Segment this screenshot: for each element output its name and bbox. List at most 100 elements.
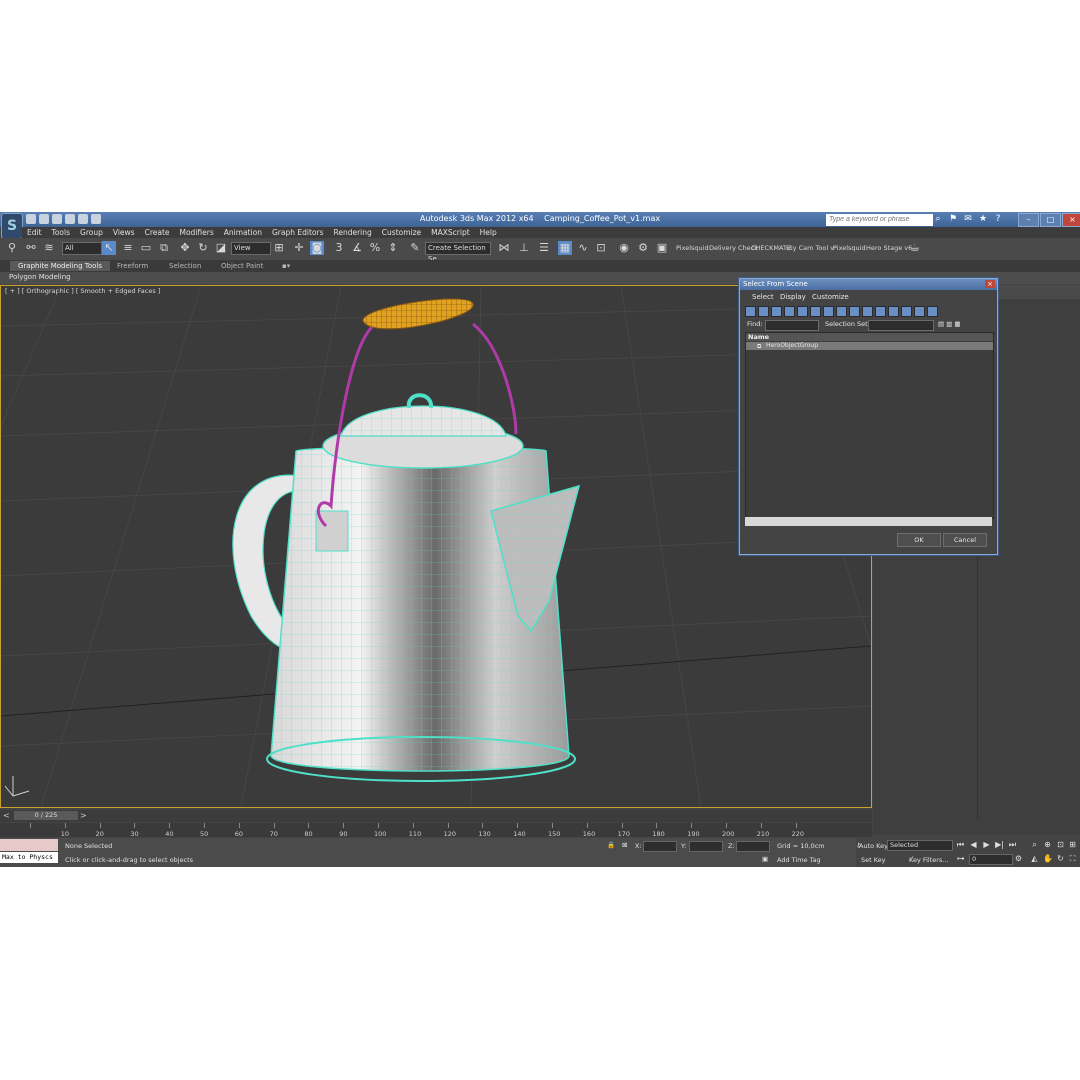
help-icon[interactable]: ?: [993, 214, 1003, 224]
polygon-modeling-panel[interactable]: Polygon Modeling: [9, 273, 71, 281]
menu-edit[interactable]: Edit: [22, 227, 47, 238]
menu-create[interactable]: Create: [140, 227, 175, 238]
edit-named-selection-icon[interactable]: ✎: [408, 241, 422, 255]
select-none-icon[interactable]: [914, 306, 925, 317]
selection-set-select[interactable]: [868, 320, 934, 331]
filter-geometry-icon[interactable]: [745, 306, 756, 317]
go-to-end-icon[interactable]: ⏭: [1008, 840, 1017, 849]
plugin-pixelsquid[interactable]: Pixelsquid: [676, 244, 709, 252]
zoom-icon[interactable]: ⌕: [1030, 840, 1039, 849]
menu-group[interactable]: Group: [75, 227, 108, 238]
layer-manager-icon[interactable]: ☰: [537, 241, 551, 255]
current-frame-field[interactable]: 0: [969, 854, 1013, 865]
cancel-button[interactable]: Cancel: [943, 533, 987, 547]
object-list[interactable]: Name ⧉ HeroObjectGroup: [745, 332, 994, 519]
select-object-icon[interactable]: ↖: [102, 241, 116, 255]
menu-customize[interactable]: Customize: [377, 227, 426, 238]
dialog-option-icons[interactable]: ▤ ▥ ▦: [938, 319, 961, 330]
time-next-icon[interactable]: >: [80, 811, 87, 820]
plugin-pixelsquid-2[interactable]: Pixelsquid: [833, 244, 866, 252]
search-icon[interactable]: ⌕: [933, 214, 943, 224]
y-coordinate-field[interactable]: [689, 841, 723, 852]
snaps-toggle-icon[interactable]: 3: [332, 241, 346, 255]
select-from-scene-dialog[interactable]: Select From Scene × Select Display Custo…: [739, 278, 998, 555]
filter-containers-icon[interactable]: [862, 306, 873, 317]
x-coordinate-field[interactable]: [643, 841, 677, 852]
filter-cameras-icon[interactable]: [784, 306, 795, 317]
filter-shapes-icon[interactable]: [758, 306, 769, 317]
add-time-tag[interactable]: Add Time Tag: [777, 856, 821, 864]
time-prev-icon[interactable]: <: [3, 811, 10, 820]
subscription-icon[interactable]: ⚑: [948, 214, 958, 224]
select-by-name-icon[interactable]: ≡: [121, 241, 135, 255]
key-mode-icon[interactable]: ⊶: [956, 854, 965, 863]
zoom-extents-icon[interactable]: ⊡: [1056, 840, 1065, 849]
field-of-view-icon[interactable]: ◭: [1030, 854, 1039, 863]
menu-modifiers[interactable]: Modifiers: [175, 227, 219, 238]
dialog-title[interactable]: Select From Scene: [740, 279, 997, 290]
ribbon-options-icon[interactable]: ▪▾: [282, 261, 290, 271]
unlink-icon[interactable]: ⚯: [24, 241, 38, 255]
graphite-toggle-icon[interactable]: ▦: [558, 241, 572, 255]
mirror-icon[interactable]: ⋈: [497, 241, 511, 255]
time-slider[interactable]: 0 / 225: [14, 811, 78, 820]
pan-icon[interactable]: ✋: [1043, 854, 1053, 863]
select-manipulate-icon[interactable]: ✛: [292, 241, 306, 255]
filter-frozen-icon[interactable]: [875, 306, 886, 317]
search-input[interactable]: [826, 214, 933, 226]
zoom-all-icon[interactable]: ⊕: [1043, 840, 1052, 849]
key-filters-button[interactable]: Key Filters...: [909, 856, 949, 864]
time-tag-icon[interactable]: ▣: [762, 855, 768, 863]
auto-key-button[interactable]: Auto Key: [859, 842, 888, 850]
selection-filter-select[interactable]: All: [62, 242, 102, 255]
find-input[interactable]: [765, 320, 819, 331]
tab-selection[interactable]: Selection: [169, 261, 201, 271]
named-selection-select[interactable]: Create Selection Se: [425, 242, 491, 263]
pivot-center-icon[interactable]: ⊞: [272, 241, 286, 255]
app-logo-icon[interactable]: S: [1, 213, 23, 239]
render-frame-icon[interactable]: ▣: [655, 241, 669, 255]
dialog-menu-customize[interactable]: Customize: [812, 292, 849, 303]
filter-helpers-icon[interactable]: [797, 306, 808, 317]
go-to-start-icon[interactable]: ⏮: [956, 840, 965, 849]
select-all-icon[interactable]: [901, 306, 912, 317]
filter-bones-icon[interactable]: [849, 306, 860, 317]
orbit-icon[interactable]: ↻: [1056, 854, 1065, 863]
set-key-button[interactable]: Set Key: [861, 856, 886, 864]
maxscript-listener-input[interactable]: Max to Physcs: [0, 852, 58, 863]
favorites-icon[interactable]: ★: [978, 214, 988, 224]
tab-graphite-modeling-tools[interactable]: Graphite Modeling Tools: [10, 261, 111, 271]
filter-hidden-icon[interactable]: [888, 306, 899, 317]
play-icon[interactable]: ▶: [982, 840, 991, 849]
reference-coordinate-select[interactable]: View: [231, 242, 271, 255]
track-bar[interactable]: 10 20 30 40 50 60 70 80 90 100 110 120 130 140 150 160 1…: [0, 823, 872, 838]
keyboard-shortcut-override-icon[interactable]: ◙: [310, 241, 324, 255]
filter-xrefs-icon[interactable]: [836, 306, 847, 317]
communication-icon[interactable]: ✉: [963, 214, 973, 224]
teapot-icon[interactable]: ☕: [908, 241, 922, 255]
tab-object-paint[interactable]: Object Paint: [221, 261, 263, 271]
filter-lights-icon[interactable]: [771, 306, 782, 317]
window-crossing-icon[interactable]: ⧉: [157, 241, 171, 255]
curve-editor-icon[interactable]: ∿: [576, 241, 590, 255]
menu-help[interactable]: Help: [475, 227, 502, 238]
render-setup-icon[interactable]: ⚙: [636, 241, 650, 255]
move-icon[interactable]: ✥: [178, 241, 192, 255]
list-item[interactable]: ⧉ HeroObjectGroup: [746, 342, 993, 350]
spinner-snap-icon[interactable]: ⇕: [386, 241, 400, 255]
z-coordinate-field[interactable]: [736, 841, 770, 852]
menu-maxscript[interactable]: MAXScript: [426, 227, 475, 238]
dialog-close-button[interactable]: ×: [985, 280, 995, 288]
absolute-mode-icon[interactable]: ⊠: [622, 841, 627, 849]
maximize-button[interactable]: □: [1040, 213, 1061, 227]
listener-output[interactable]: [0, 839, 58, 851]
filter-spacewarps-icon[interactable]: [810, 306, 821, 317]
plugin-checkmate[interactable]: CHECKMATE: [751, 244, 791, 252]
horizontal-scrollbar[interactable]: [745, 517, 992, 526]
rotate-icon[interactable]: ↻: [196, 241, 210, 255]
dialog-menu-display[interactable]: Display: [780, 292, 806, 303]
dialog-menu-select[interactable]: Select: [752, 292, 774, 303]
zoom-extents-all-icon[interactable]: ⊞: [1068, 840, 1077, 849]
menu-graph-editors[interactable]: Graph Editors: [267, 227, 329, 238]
menu-rendering[interactable]: Rendering: [328, 227, 376, 238]
